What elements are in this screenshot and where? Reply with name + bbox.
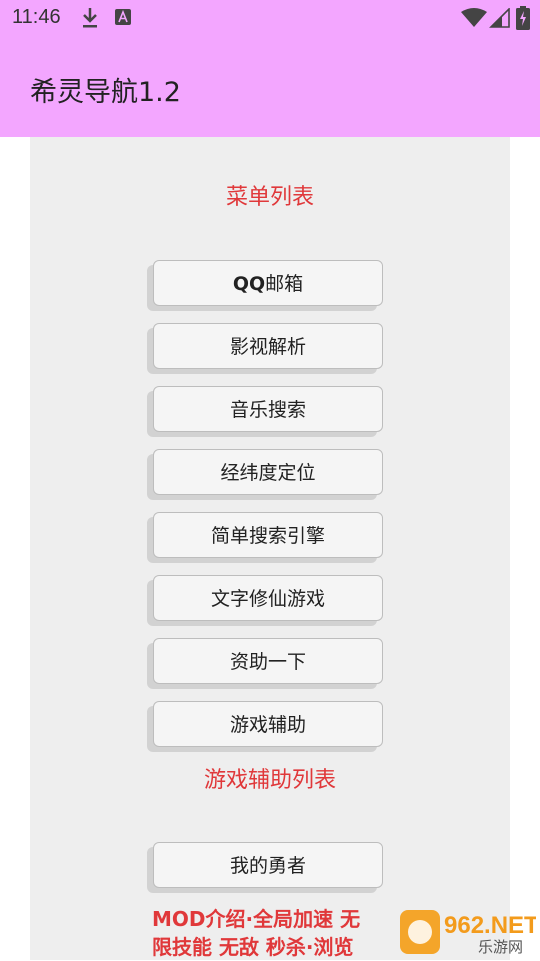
content-panel: 菜单列表 QQ邮箱 影视解析 音乐搜索 经纬度定位 简单搜索引擎 文字修仙游戏 … — [30, 137, 510, 960]
my-hero-button[interactable]: 我的勇者 — [153, 842, 383, 888]
game-assist-list-title: 游戏辅助列表 — [203, 768, 336, 793]
status-time: 11:46 — [12, 6, 61, 28]
battery-charging-icon — [516, 6, 530, 30]
search-engine-button[interactable]: 简单搜索引擎 — [153, 512, 383, 558]
mod-description: MOD介绍·全局加速 无 限技能 无敌 秒杀·浏览 — [152, 905, 392, 961]
watermark-subtext: 乐游网 — [478, 938, 523, 956]
donate-button[interactable]: 资助一下 — [153, 638, 383, 684]
app-title: 希灵导航1.2 — [30, 77, 181, 108]
wifi-icon — [461, 8, 487, 27]
geo-location-button[interactable]: 经纬度定位 — [153, 449, 383, 495]
mod-description-line2: 限技能 无敌 秒杀·浏览 — [152, 935, 354, 959]
app-notification-icon — [115, 9, 131, 25]
app-bar: 11:46 希灵导航1.2 — [0, 0, 540, 137]
qq-mail-button[interactable]: QQ邮箱 — [153, 260, 383, 306]
watermark-text: 962.NET — [444, 912, 536, 939]
mail-label: 邮箱 — [265, 273, 304, 295]
text-cultivation-game-button[interactable]: 文字修仙游戏 — [153, 575, 383, 621]
cellular-signal-icon — [489, 8, 510, 28]
status-bar: 11:46 — [0, 0, 540, 36]
menu-list-title: 菜单列表 — [225, 185, 314, 210]
qq-label: QQ — [232, 273, 266, 295]
watermark-logo: 962.NET 乐游网 — [400, 910, 536, 956]
download-icon — [83, 8, 97, 28]
mod-description-line1: MOD介绍·全局加速 无 — [152, 907, 361, 931]
game-assist-button[interactable]: 游戏辅助 — [153, 701, 383, 747]
video-parse-button[interactable]: 影视解析 — [153, 323, 383, 369]
music-search-button[interactable]: 音乐搜索 — [153, 386, 383, 432]
